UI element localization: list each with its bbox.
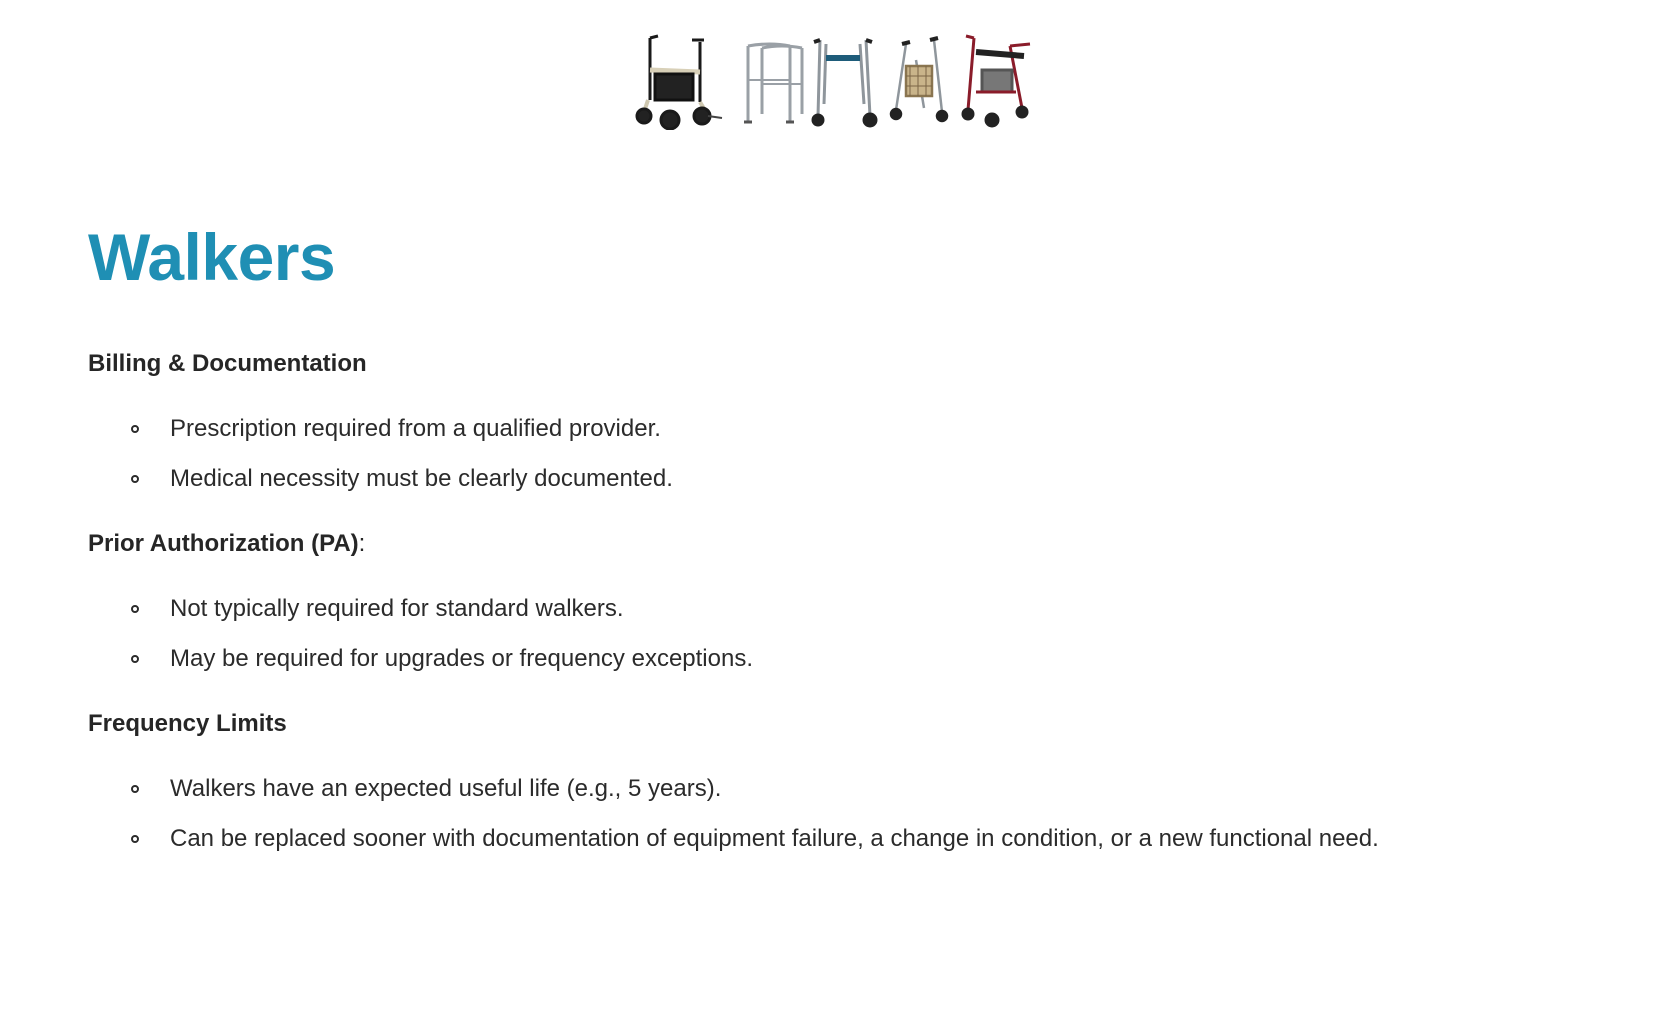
section-heading-text: Frequency Limits — [88, 710, 287, 737]
section-heading-suffix: : — [358, 530, 366, 557]
list-item: Medical necessity must be clearly docume… — [88, 462, 1648, 496]
list-item-text: May be required for upgrades or frequenc… — [170, 645, 753, 672]
section-heading-billing: Billing & Documentation — [88, 347, 1648, 381]
standard-walker-icon — [744, 42, 804, 124]
hollow-circle-bullet-icon — [131, 785, 139, 793]
list-item-text: Not typically required for standard walk… — [170, 595, 624, 622]
hollow-circle-bullet-icon — [131, 605, 139, 613]
section-heading-text: Billing & Documentation — [88, 350, 367, 377]
section-heading-frequency-limits: Frequency Limits — [88, 707, 1648, 741]
list-item-text: Prescription required from a qualified p… — [170, 415, 661, 442]
bullet-list-prior-authorization: Not typically required for standard walk… — [88, 592, 1648, 676]
front-wheeled-walker-icon — [811, 38, 878, 128]
hollow-circle-bullet-icon — [131, 475, 139, 483]
bullet-list-frequency-limits: Walkers have an expected useful life (e.… — [88, 772, 1648, 856]
list-item: Walkers have an expected useful life (e.… — [88, 772, 1648, 806]
hollow-circle-bullet-icon — [131, 655, 139, 663]
page-title: Walkers — [88, 220, 336, 294]
list-item: May be required for upgrades or frequenc… — [88, 642, 1648, 676]
hollow-circle-bullet-icon — [131, 835, 139, 843]
list-item-text: Walkers have an expected useful life (e.… — [170, 775, 722, 802]
list-item: Prescription required from a qualified p… — [88, 412, 1648, 446]
red-rollator-icon — [961, 34, 1031, 128]
list-item-text: Medical necessity must be clearly docume… — [170, 465, 673, 492]
content-body: Billing & Documentation Prescription req… — [88, 347, 1648, 887]
list-item: Not typically required for standard walk… — [88, 592, 1648, 626]
rollator-walker-icon — [635, 34, 723, 130]
section-heading-prior-authorization: Prior Authorization (PA): — [88, 527, 1648, 561]
bullet-list-billing: Prescription required from a qualified p… — [88, 412, 1648, 496]
section-heading-text: Prior Authorization (PA) — [88, 530, 359, 557]
list-item: Can be replaced sooner with documentatio… — [88, 822, 1648, 856]
list-item-text: Can be replaced sooner with documentatio… — [170, 825, 1379, 852]
walker-images-banner — [630, 30, 1060, 130]
hollow-circle-bullet-icon — [131, 425, 139, 433]
three-wheel-rollator-icon — [889, 36, 949, 123]
